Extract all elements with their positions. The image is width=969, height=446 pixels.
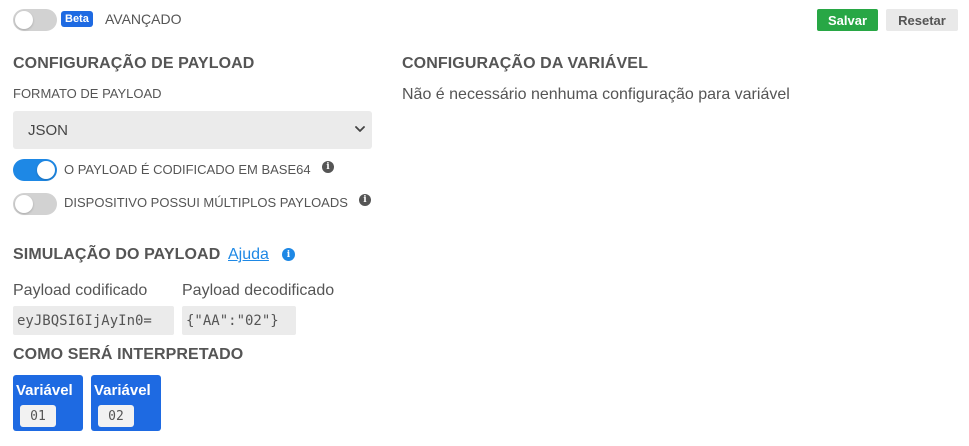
payload-format-value: JSON	[28, 121, 69, 139]
beta-badge: Beta	[61, 11, 93, 27]
variable-card-label: Variável	[16, 382, 73, 399]
encoded-payload-label: Payload codificado	[13, 282, 148, 299]
interpretation-title: COMO SERÁ INTERPRETADO	[13, 346, 244, 363]
variable-config-message: Não é necessário nenhuma configuração pa…	[402, 86, 790, 103]
decoded-payload-label: Payload decodificado	[182, 282, 335, 299]
toggle-knob	[37, 161, 55, 179]
variable-card-value: 01	[20, 405, 56, 427]
simulation-title: SIMULAÇÃO DO PAYLOAD	[13, 246, 221, 263]
payload-format-select[interactable]: JSON	[13, 111, 372, 149]
multi-payload-label: DISPOSITIVO POSSUI MÚLTIPLOS PAYLOADS	[64, 195, 348, 210]
reset-button[interactable]: Resetar	[886, 9, 958, 31]
payload-format-label: FORMATO DE PAYLOAD	[13, 86, 162, 101]
toggle-knob	[15, 195, 33, 213]
advanced-label: AVANÇADO	[105, 11, 182, 27]
info-icon[interactable]: i	[282, 248, 295, 261]
multi-payload-toggle[interactable]	[13, 193, 57, 215]
toggle-knob	[15, 11, 33, 29]
variable-card: Variável 02	[91, 375, 161, 431]
variable-config-title: CONFIGURAÇÃO DA VARIÁVEL	[402, 55, 648, 72]
base64-label: O PAYLOAD É CODIFICADO EM BASE64	[64, 162, 311, 177]
variable-card-value: 02	[98, 405, 134, 427]
encoded-payload-field[interactable]: eyJBQSI6IjAyIn0=	[13, 306, 174, 335]
chevron-down-icon	[355, 126, 365, 132]
variable-card: Variável 01	[13, 375, 83, 431]
info-icon[interactable]: i	[322, 161, 334, 173]
payload-config-title: CONFIGURAÇÃO DE PAYLOAD	[13, 55, 255, 72]
save-button[interactable]: Salvar	[817, 9, 878, 31]
help-link[interactable]: Ajuda	[228, 246, 269, 264]
base64-toggle[interactable]	[13, 159, 57, 181]
advanced-toggle[interactable]	[13, 9, 57, 31]
variable-card-label: Variável	[94, 382, 151, 399]
info-icon[interactable]: i	[359, 194, 371, 206]
decoded-payload-field[interactable]: {"AA":"02"}	[182, 306, 296, 335]
